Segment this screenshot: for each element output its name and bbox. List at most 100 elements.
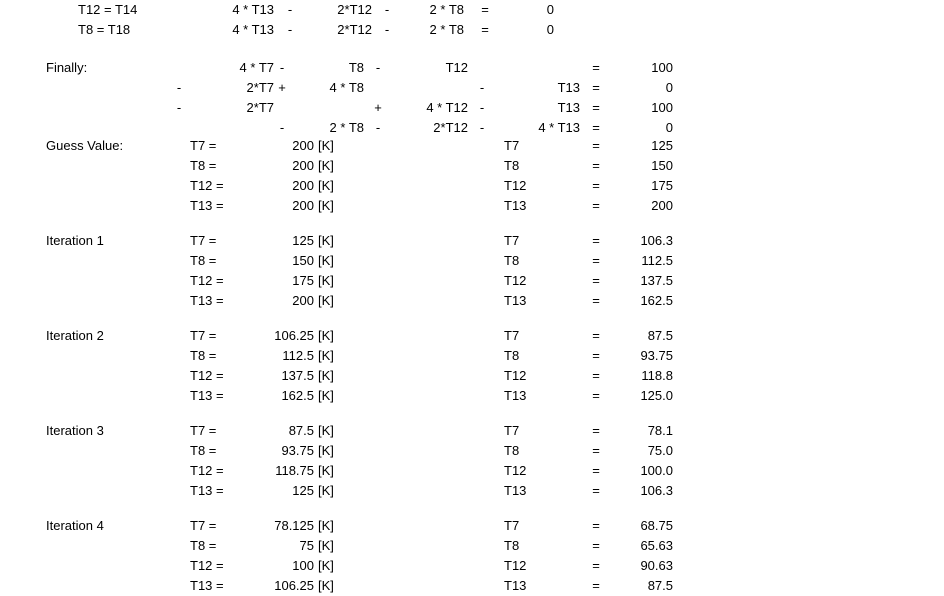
- iteration-row: Guess Value: T7 = 200 [K] T7 = 125: [0, 136, 944, 156]
- iteration-row: T12 = 175 [K] T12 = 137.5: [0, 271, 944, 291]
- equals-sign: =: [592, 233, 600, 248]
- variable-label-right: T13: [504, 293, 527, 308]
- equation-row: T8 = T18 4 * T13 - 2*T12 - 2 * T8 = 0: [0, 20, 944, 40]
- finally-operator-1: [268, 98, 296, 118]
- variable-label-right: T8: [504, 253, 520, 268]
- variable-value-right: 137.5: [640, 273, 673, 288]
- unit-label: [K]: [318, 138, 334, 153]
- equals-sign: =: [592, 178, 600, 193]
- finally-rhs-value: 0: [665, 120, 673, 135]
- variable-value-right: 100.0: [640, 463, 673, 478]
- unit-label: [K]: [318, 178, 334, 193]
- iteration-row: T13 = 125 [K] T13 = 106.3: [0, 481, 944, 501]
- equals-sign: =: [592, 463, 600, 478]
- equation-operator-2: -: [384, 22, 390, 37]
- finally-rhs-value: 100: [651, 100, 673, 115]
- unit-label: [K]: [318, 328, 334, 343]
- finally-term-t8: 2 * T8: [329, 120, 364, 135]
- variable-value-left: 200: [292, 293, 314, 308]
- equation-term-2: 2*T12: [337, 22, 372, 37]
- unit-label: [K]: [318, 293, 334, 308]
- iteration-row: T13 = 200 [K] T13 = 200: [0, 196, 944, 216]
- unit-label: [K]: [318, 518, 334, 533]
- unit-label: [K]: [318, 388, 334, 403]
- equation-operator-1: -: [287, 2, 293, 17]
- finally-term-t13: T13: [557, 100, 580, 115]
- variable-label-right: T13: [504, 578, 527, 593]
- finally-term-t12: 4 * T12: [426, 100, 468, 115]
- block-label: Guess Value:: [46, 138, 124, 153]
- variable-value-left: 125: [292, 233, 314, 248]
- iteration-row: T8 = 112.5 [K] T8 = 93.75: [0, 346, 944, 366]
- finally-term-t8: T8: [348, 60, 364, 75]
- equals-sign: =: [592, 253, 600, 268]
- variable-value-left: 100: [292, 558, 314, 573]
- unit-label: [K]: [318, 538, 334, 553]
- iteration-row: T12 = 100 [K] T12 = 90.63: [0, 556, 944, 576]
- finally-operator-3: -: [479, 100, 485, 115]
- variable-label-right: T7: [504, 138, 520, 153]
- finally-equals-sign: =: [592, 60, 600, 75]
- variable-label-right: T8: [504, 443, 520, 458]
- unit-label: [K]: [318, 423, 334, 438]
- unit-label: [K]: [318, 198, 334, 213]
- variable-value-left: 106.25: [274, 328, 314, 343]
- finally-operator-3: -: [479, 120, 485, 135]
- equals-sign: =: [592, 293, 600, 308]
- variable-value-left: 93.75: [281, 443, 314, 458]
- equation-equals-sign: =: [481, 2, 489, 17]
- variable-value-left: 106.25: [274, 578, 314, 593]
- finally-term-t12: [386, 78, 468, 98]
- unit-label: [K]: [318, 273, 334, 288]
- finally-equals-sign: =: [592, 80, 600, 95]
- equals-sign: =: [592, 198, 600, 213]
- block-label: Iteration 2: [46, 328, 104, 343]
- equation-equals-sign: =: [481, 22, 489, 37]
- variable-label-right: T8: [504, 158, 520, 173]
- variable-value-left: 150: [292, 253, 314, 268]
- variable-value-right: 106.3: [640, 233, 673, 248]
- variable-label-right: T7: [504, 518, 520, 533]
- finally-operator-1: -: [279, 60, 285, 75]
- equals-sign: =: [592, 348, 600, 363]
- variable-value-right: 150: [651, 158, 673, 173]
- variable-value-left: 87.5: [288, 423, 314, 438]
- variable-label-right: T13: [504, 198, 527, 213]
- variable-value-left: 162.5: [281, 388, 314, 403]
- variable-label-right: T7: [504, 423, 520, 438]
- variable-value-right: 200: [651, 198, 673, 213]
- unit-label: [K]: [318, 443, 334, 458]
- finally-rhs-value: 100: [651, 60, 673, 75]
- equals-sign: =: [592, 138, 600, 153]
- variable-value-right: 118.8: [641, 368, 673, 383]
- variable-value-left: 112.5: [282, 348, 314, 363]
- equals-sign: =: [592, 538, 600, 553]
- finally-term-t13: 4 * T13: [538, 120, 580, 135]
- equals-sign: =: [592, 483, 600, 498]
- unit-label: [K]: [318, 253, 334, 268]
- unit-label: [K]: [318, 348, 334, 363]
- finally-term-t12: 2*T12: [433, 120, 468, 135]
- unit-label: [K]: [318, 158, 334, 173]
- finally-term-t8: 4 * T8: [329, 80, 364, 95]
- variable-value-left: 200: [292, 158, 314, 173]
- equation-term-3: 2 * T8: [429, 22, 464, 37]
- iteration-row: Iteration 1 T7 = 125 [K] T7 = 106.3: [0, 231, 944, 251]
- equation-operator-1: -: [287, 22, 293, 37]
- finally-row: - 2*T7 + 4 * T8 - T13 = 0: [0, 78, 944, 98]
- finally-block-label: Finally:: [46, 60, 88, 75]
- iteration-row: T12 = 118.75 [K] T12 = 100.0: [0, 461, 944, 481]
- variable-value-right: 112.5: [641, 253, 673, 268]
- variable-value-right: 87.5: [647, 328, 673, 343]
- equation-row: T12 = T14 4 * T13 - 2*T12 - 2 * T8 = 0: [0, 0, 944, 20]
- variable-label-right: T12: [504, 558, 527, 573]
- variable-label-right: T8: [504, 348, 520, 363]
- variable-value-left: 125: [292, 483, 314, 498]
- iteration-row: T8 = 200 [K] T8 = 150: [0, 156, 944, 176]
- variable-value-right: 106.3: [640, 483, 673, 498]
- finally-leading-sign: [170, 118, 188, 138]
- unit-label: [K]: [318, 483, 334, 498]
- equation-label: T12 = T14: [78, 2, 138, 17]
- finally-equals-sign: =: [592, 100, 600, 115]
- equals-sign: =: [592, 443, 600, 458]
